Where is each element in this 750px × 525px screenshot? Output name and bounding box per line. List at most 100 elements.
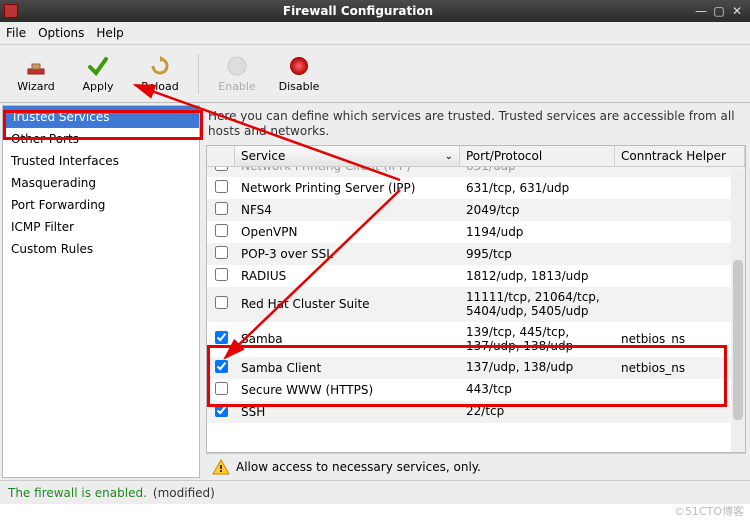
- menubar: File Options Help: [0, 22, 750, 45]
- row-port: 1812/udp, 1813/udp: [460, 266, 615, 286]
- table-row[interactable]: Samba Client137/udp, 138/udpnetbios_ns: [207, 357, 745, 379]
- apply-button[interactable]: Apply: [70, 49, 126, 99]
- menu-help[interactable]: Help: [96, 26, 123, 40]
- row-conntrack: [615, 409, 745, 415]
- row-service: RADIUS: [235, 266, 460, 286]
- table-row[interactable]: Network Printing Server (IPP)631/tcp, 63…: [207, 177, 745, 199]
- row-checkbox[interactable]: [215, 246, 228, 259]
- row-port: 139/tcp, 445/tcp, 137/udp, 138/udp: [460, 322, 615, 357]
- row-checkbox[interactable]: [215, 268, 228, 281]
- col-service[interactable]: Service ⌄: [235, 146, 460, 166]
- scrollbar-thumb[interactable]: [733, 260, 743, 420]
- table-body: Network Printing Client (IPP)631/udpNetw…: [207, 167, 745, 423]
- row-conntrack: netbios_ns: [615, 358, 745, 378]
- row-checkbox[interactable]: [215, 167, 228, 171]
- wizard-label: Wizard: [17, 80, 55, 93]
- maximize-button[interactable]: ▢: [710, 4, 728, 18]
- status-modified: (modified): [153, 486, 215, 500]
- row-port: 22/tcp: [460, 401, 615, 421]
- row-checkbox[interactable]: [215, 404, 228, 417]
- row-checkbox-cell[interactable]: [207, 221, 235, 243]
- vertical-scrollbar[interactable]: [731, 170, 745, 452]
- table-row[interactable]: Network Printing Client (IPP)631/udp: [207, 167, 745, 177]
- sidebar-item-masquerading[interactable]: Masquerading: [3, 172, 199, 194]
- enable-dot-icon: [225, 54, 249, 78]
- row-service: OpenVPN: [235, 222, 460, 242]
- row-port: 11111/tcp, 21064/tcp, 5404/udp, 5405/udp: [460, 287, 615, 322]
- table-row[interactable]: Red Hat Cluster Suite11111/tcp, 21064/tc…: [207, 287, 745, 322]
- row-conntrack: [615, 301, 745, 307]
- row-checkbox[interactable]: [215, 296, 228, 309]
- sidebar-item-trusted-services[interactable]: Trusted Services: [3, 106, 199, 128]
- warning-icon: [212, 458, 230, 476]
- row-conntrack: [615, 273, 745, 279]
- row-checkbox-cell[interactable]: [207, 328, 235, 350]
- col-conntrack[interactable]: Conntrack Helper: [615, 146, 745, 166]
- row-service: POP-3 over SSL: [235, 244, 460, 264]
- row-conntrack: [615, 167, 745, 169]
- row-port: 137/udp, 138/udp: [460, 357, 615, 377]
- minimize-button[interactable]: —: [692, 4, 710, 18]
- row-service: SSH: [235, 402, 460, 422]
- row-conntrack: [615, 251, 745, 257]
- row-checkbox-cell[interactable]: [207, 177, 235, 199]
- table-row[interactable]: RADIUS1812/udp, 1813/udp: [207, 265, 745, 287]
- sidebar-item-other-ports[interactable]: Other Ports: [3, 128, 199, 150]
- row-checkbox-cell[interactable]: [207, 379, 235, 401]
- wizard-button[interactable]: Wizard: [8, 49, 64, 99]
- sidebar-item-trusted-interfaces[interactable]: Trusted Interfaces: [3, 150, 199, 172]
- window-title: Firewall Configuration: [24, 4, 692, 18]
- enable-label: Enable: [218, 80, 255, 93]
- disable-dot-icon: [287, 54, 311, 78]
- row-checkbox[interactable]: [215, 382, 228, 395]
- row-checkbox-cell[interactable]: [207, 293, 235, 315]
- row-conntrack: netbios_ns: [615, 329, 745, 349]
- row-checkbox-cell[interactable]: [207, 167, 235, 177]
- allow-text: Allow access to necessary services, only…: [236, 460, 481, 474]
- close-button[interactable]: ✕: [728, 4, 746, 18]
- row-port: 631/tcp, 631/udp: [460, 178, 615, 198]
- menu-file[interactable]: File: [6, 26, 26, 40]
- sidebar-item-port-forwarding[interactable]: Port Forwarding: [3, 194, 199, 216]
- titlebar: Firewall Configuration — ▢ ✕: [0, 0, 750, 22]
- table-row[interactable]: POP-3 over SSL995/tcp: [207, 243, 745, 265]
- service-table: Service ⌄ Port/Protocol Conntrack Helper…: [206, 145, 746, 453]
- sidebar: Trusted ServicesOther PortsTrusted Inter…: [2, 105, 200, 478]
- table-row[interactable]: SSH22/tcp: [207, 401, 745, 423]
- row-checkbox[interactable]: [215, 202, 228, 215]
- row-checkbox-cell[interactable]: [207, 243, 235, 265]
- content-pane: Here you can define which services are t…: [202, 103, 750, 480]
- row-port: 443/tcp: [460, 379, 615, 399]
- row-conntrack: [615, 207, 745, 213]
- table-row[interactable]: OpenVPN1194/udp: [207, 221, 745, 243]
- allow-footer: Allow access to necessary services, only…: [206, 453, 746, 480]
- row-checkbox[interactable]: [215, 360, 228, 373]
- row-checkbox-cell[interactable]: [207, 401, 235, 423]
- row-checkbox[interactable]: [215, 180, 228, 193]
- toolbar-separator: [198, 54, 199, 94]
- menu-options[interactable]: Options: [38, 26, 84, 40]
- sidebar-item-custom-rules[interactable]: Custom Rules: [3, 238, 199, 260]
- sidebar-item-icmp-filter[interactable]: ICMP Filter: [3, 216, 199, 238]
- row-checkbox-cell[interactable]: [207, 199, 235, 221]
- table-row[interactable]: Samba139/tcp, 445/tcp, 137/udp, 138/udpn…: [207, 322, 745, 357]
- row-port: 631/udp: [460, 167, 615, 176]
- row-checkbox-cell[interactable]: [207, 357, 235, 379]
- table-row[interactable]: Secure WWW (HTTPS)443/tcp: [207, 379, 745, 401]
- row-service: Samba: [235, 329, 460, 349]
- row-checkbox[interactable]: [215, 224, 228, 237]
- row-conntrack: [615, 229, 745, 235]
- row-checkbox[interactable]: [215, 331, 228, 344]
- reload-button[interactable]: Reload: [132, 49, 188, 99]
- row-checkbox-cell[interactable]: [207, 265, 235, 287]
- enable-button[interactable]: Enable: [209, 49, 265, 99]
- status-bar: The firewall is enabled. (modified): [0, 480, 750, 504]
- sort-chevron-icon: ⌄: [445, 151, 453, 162]
- disable-button[interactable]: Disable: [271, 49, 327, 99]
- col-checkbox[interactable]: [207, 146, 235, 166]
- disable-label: Disable: [279, 80, 320, 93]
- reload-icon: [148, 54, 172, 78]
- table-row[interactable]: NFS42049/tcp: [207, 199, 745, 221]
- apply-label: Apply: [82, 80, 113, 93]
- col-port[interactable]: Port/Protocol: [460, 146, 615, 166]
